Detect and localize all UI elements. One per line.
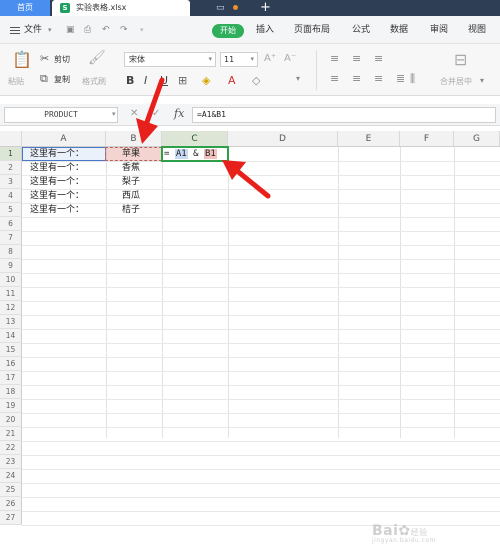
row-header[interactable]: 27: [0, 511, 22, 525]
arrow-to-c1: [222, 160, 271, 199]
watermark-sub: 经验: [410, 528, 428, 537]
arrow-to-b1: [136, 77, 165, 144]
gridline: [22, 483, 500, 484]
row-header[interactable]: 24: [0, 469, 22, 483]
annotation-arrows: [136, 77, 271, 199]
row-header[interactable]: 23: [0, 455, 22, 469]
gridline: [22, 455, 500, 456]
row-header[interactable]: 25: [0, 483, 22, 497]
row-header[interactable]: 22: [0, 441, 22, 455]
gridline: [22, 497, 500, 498]
watermark-domain: jingyan.baidu.com: [372, 537, 436, 544]
gridline: [22, 469, 500, 470]
row-header[interactable]: 26: [0, 497, 22, 511]
watermark: Bai✿经验 jingyan.baidu.com: [372, 523, 436, 544]
gridline: [22, 441, 500, 442]
gridline: [22, 511, 500, 512]
